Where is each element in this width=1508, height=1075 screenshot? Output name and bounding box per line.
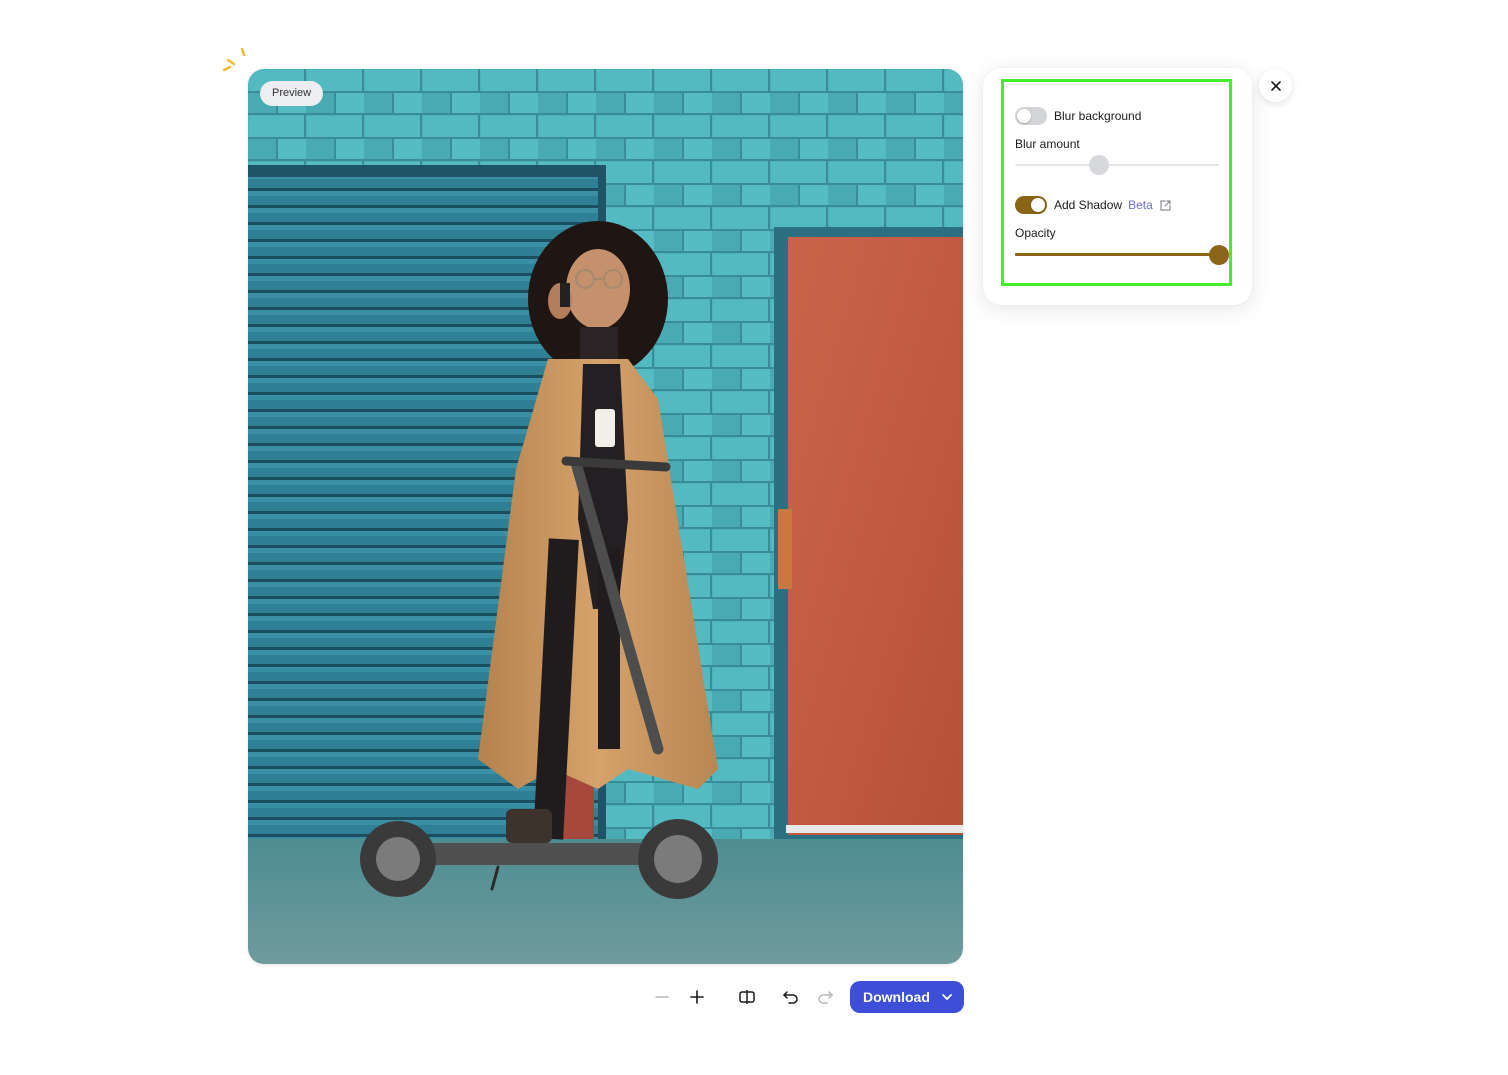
- slider-track: [1015, 164, 1219, 166]
- blur-background-toggle[interactable]: [1015, 107, 1047, 125]
- redo-icon: [818, 991, 833, 1004]
- opacity-slider[interactable]: [1015, 245, 1229, 265]
- slider-thumb[interactable]: [1209, 245, 1229, 265]
- toggle-knob: [1017, 109, 1031, 123]
- beta-badge: Beta: [1128, 198, 1153, 212]
- add-shadow-label: Add Shadow: [1054, 198, 1123, 212]
- add-shadow-row: Add Shadow Beta: [1015, 196, 1172, 214]
- undo-button[interactable]: [775, 981, 807, 1013]
- effects-panel: Blur background Blur amount Add Shadow B…: [983, 68, 1252, 305]
- chevron-down-icon: [941, 994, 952, 1000]
- close-panel-button[interactable]: [1259, 69, 1292, 102]
- slider-thumb[interactable]: [1088, 155, 1109, 175]
- compare-button[interactable]: [731, 981, 763, 1013]
- external-link-icon[interactable]: [1159, 199, 1172, 212]
- zoom-out-button[interactable]: [646, 981, 678, 1013]
- redo-button[interactable]: [809, 981, 841, 1013]
- blur-amount-label: Blur amount: [1015, 137, 1080, 151]
- blur-amount-slider[interactable]: [1015, 155, 1219, 175]
- slider-fill: [1015, 253, 1219, 256]
- preview-badge[interactable]: Preview: [260, 81, 324, 106]
- minus-icon: [655, 996, 669, 998]
- download-label: Download: [863, 989, 930, 1005]
- opacity-label: Opacity: [1015, 226, 1056, 240]
- toggle-knob: [1031, 198, 1045, 212]
- plus-icon: [690, 990, 704, 1004]
- blur-background-row: Blur background: [1015, 107, 1141, 125]
- compare-icon: [739, 990, 755, 1004]
- blur-background-label: Blur background: [1054, 109, 1142, 123]
- image-canvas[interactable]: Preview: [248, 69, 963, 964]
- close-icon: [1270, 80, 1281, 91]
- undo-icon: [783, 991, 798, 1004]
- zoom-in-button[interactable]: [681, 981, 713, 1013]
- add-shadow-toggle[interactable]: [1015, 196, 1047, 214]
- download-button[interactable]: Download: [850, 981, 964, 1013]
- edited-photo: [248, 69, 963, 964]
